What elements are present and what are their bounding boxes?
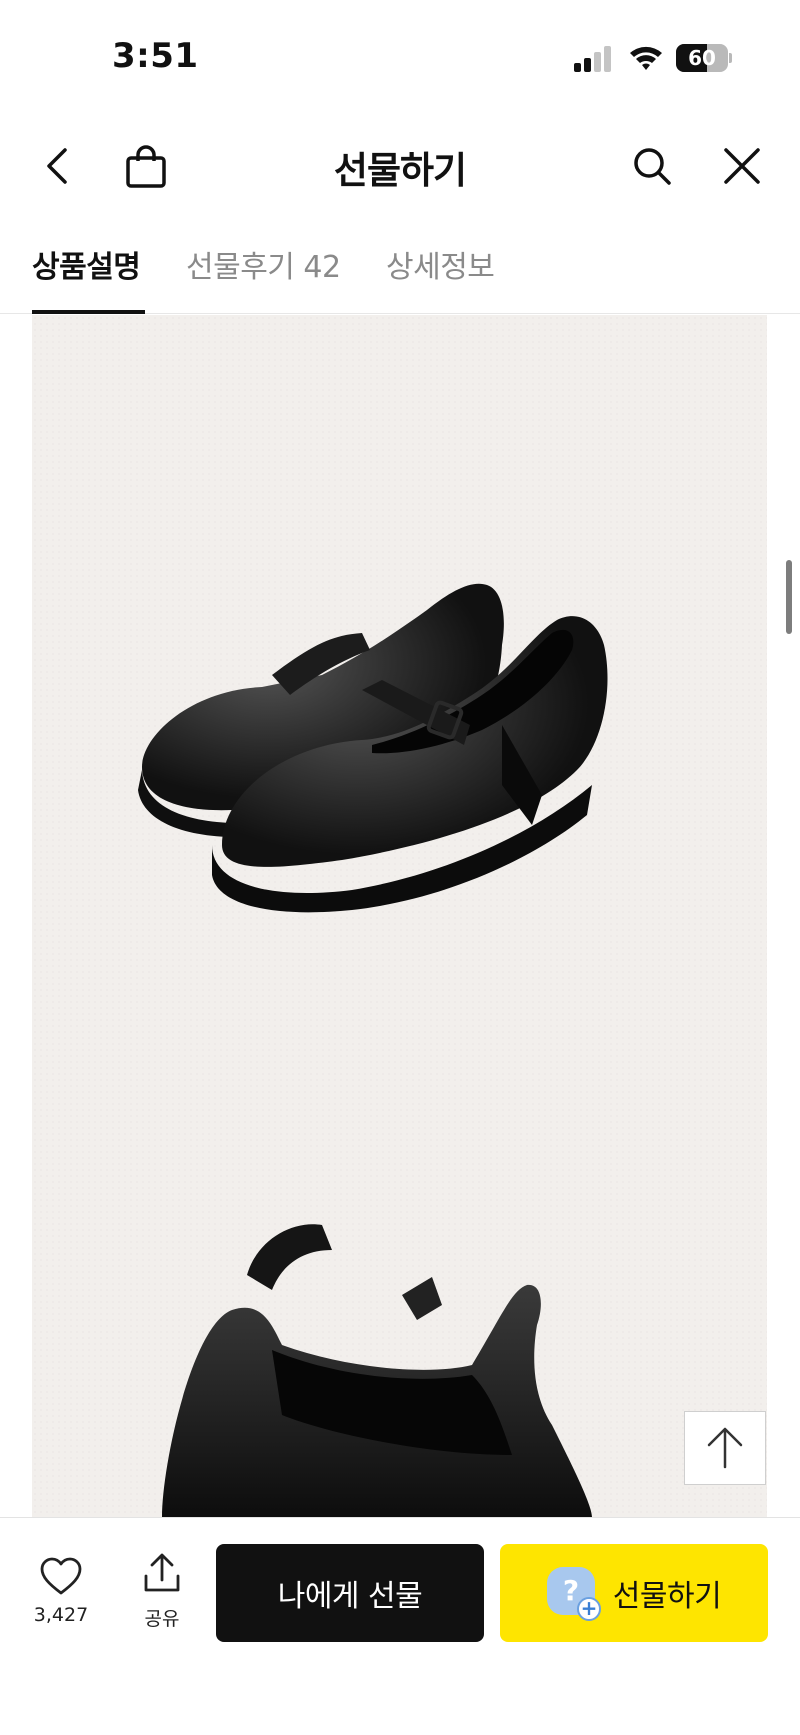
search-icon[interactable]: [624, 138, 680, 194]
battery-level: 60: [688, 46, 716, 70]
share-icon: [144, 1553, 180, 1592]
tab-gift-reviews[interactable]: 선물후기 42: [186, 242, 341, 286]
scroll-to-top-button[interactable]: [684, 1411, 766, 1485]
like-button[interactable]: 3,427: [28, 1556, 94, 1626]
gift-button[interactable]: ? + 선물하기: [500, 1544, 768, 1642]
gift-button-label: 선물하기: [612, 1579, 722, 1614]
product-image: [32, 315, 767, 1517]
product-content[interactable]: [0, 315, 800, 1517]
status-bar: 3:51 60: [0, 0, 800, 118]
share-button[interactable]: 공유: [132, 1552, 192, 1631]
battery-icon: 60: [676, 44, 732, 72]
shoes-illustration: [138, 583, 608, 1517]
arrow-up-icon: [707, 1427, 743, 1469]
top-nav-header: 선물하기: [0, 118, 800, 214]
share-label: 공유: [144, 1608, 180, 1630]
close-icon[interactable]: [714, 138, 770, 194]
status-time: 3:51: [112, 36, 199, 76]
plus-icon: +: [576, 1597, 601, 1621]
tab-bar: 상품설명 선물후기 42 상세정보: [0, 214, 800, 314]
scrollbar-thumb[interactable]: [786, 560, 792, 634]
like-count: 3,427: [33, 1604, 89, 1626]
page-title: 선물하기: [333, 149, 467, 192]
signal-icon: [574, 46, 611, 72]
gift-recipient-badge: ? +: [546, 1567, 601, 1621]
tab-product-description[interactable]: 상품설명: [32, 242, 141, 286]
wifi-icon: [630, 46, 662, 70]
gift-to-self-button[interactable]: 나에게 선물: [216, 1544, 484, 1642]
bottom-action-bar: 3,427 공유 나에게 선물 ? + 선물하기: [0, 1517, 800, 1735]
tab-details[interactable]: 상세정보: [386, 242, 495, 286]
heart-icon: [40, 1557, 82, 1595]
active-tab-indicator: [32, 310, 145, 314]
